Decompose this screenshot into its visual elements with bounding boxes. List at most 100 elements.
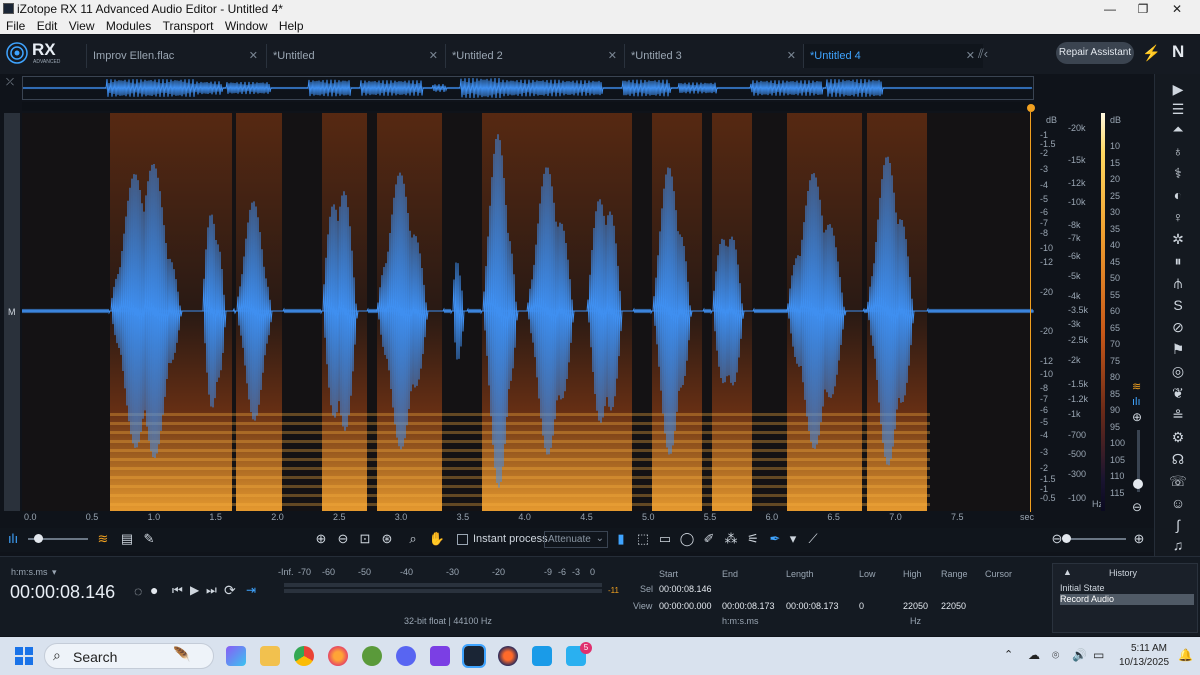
magnify-icon[interactable]: ⌕ xyxy=(404,530,422,548)
loop-record-icon[interactable]: ◌ xyxy=(134,583,142,599)
tab-untitled-3[interactable]: *Untitled 3 ✕ xyxy=(624,44,804,68)
filter-icon[interactable]: ≗ xyxy=(1167,406,1189,424)
opacity-handle[interactable] xyxy=(34,534,43,543)
collapse-icon[interactable]: ⏶ xyxy=(1167,120,1189,138)
harmonic-icon[interactable]: ⚟ xyxy=(744,530,762,548)
spectral-icon[interactable]: S xyxy=(1167,296,1189,314)
gear-icon[interactable]: ⚙ xyxy=(1167,428,1189,446)
dialogue-icon[interactable]: ⚑ xyxy=(1167,340,1189,358)
maximize-button[interactable]: ❐ xyxy=(1128,2,1158,16)
tab-overflow-icon[interactable]: ⫽‹ xyxy=(978,46,988,62)
history-item[interactable]: Initial State xyxy=(1060,583,1192,594)
ear-icon[interactable]: ♁ xyxy=(1167,142,1189,160)
windows-start-icon[interactable] xyxy=(14,646,34,666)
menu-view[interactable]: View xyxy=(69,18,95,34)
frequency-selection-icon[interactable]: ▭ xyxy=(656,530,674,548)
play-icon[interactable]: ▶ xyxy=(190,583,199,597)
zoom-fit-icon[interactable]: ⊛ xyxy=(378,530,396,548)
close-icon[interactable]: ✕ xyxy=(429,49,438,62)
loop-icon[interactable]: ⟳ xyxy=(224,582,236,599)
play-module-icon[interactable]: ▶ xyxy=(1167,80,1189,98)
envelope-icon[interactable]: ⟋ xyxy=(804,530,822,548)
waveform-toggle-icon[interactable]: ılı xyxy=(4,530,22,548)
brush-icon[interactable]: ✐ xyxy=(700,530,718,548)
copilot-icon[interactable] xyxy=(226,646,246,666)
zoom-in-horizontal-icon[interactable]: ⊕ xyxy=(1130,530,1148,548)
voice-icon[interactable]: ♀ xyxy=(1167,208,1189,226)
target-icon[interactable]: ◎ xyxy=(1167,362,1189,380)
chevron-down-icon[interactable]: ▾ xyxy=(52,567,57,578)
de-click-icon[interactable]: ◐ xyxy=(1167,186,1189,204)
zoom-selection-icon[interactable]: ⊡ xyxy=(356,530,374,548)
firefox-icon[interactable] xyxy=(328,646,348,666)
zoom-out-icon[interactable]: ⊖ xyxy=(334,530,352,548)
zoom-in-icon[interactable]: ⊕ xyxy=(312,530,330,548)
module-list-icon[interactable]: ☰ xyxy=(1167,100,1189,118)
close-icon[interactable]: ✕ xyxy=(966,49,975,62)
zoom-in-vertical-icon[interactable]: ⊕ xyxy=(1132,410,1142,424)
close-icon[interactable]: ✕ xyxy=(787,49,796,62)
izotope-rx-icon[interactable] xyxy=(462,644,486,668)
signal-chain-icon[interactable]: ⚡ xyxy=(1142,44,1161,62)
battery-icon[interactable]: ▭ xyxy=(1093,648,1104,662)
discord-icon[interactable] xyxy=(396,646,416,666)
tab-untitled-2[interactable]: *Untitled 2 ✕ xyxy=(445,44,625,68)
tab-untitled-4[interactable]: *Untitled 4 ✕ xyxy=(803,44,983,68)
dropdown-icon[interactable]: ▾ xyxy=(784,530,802,548)
mixer-icon[interactable]: ⏸ xyxy=(1167,252,1189,270)
record-icon[interactable]: ● xyxy=(150,582,158,598)
curve-icon[interactable]: ∫ xyxy=(1167,516,1189,534)
time-selection-icon[interactable]: ▮ xyxy=(612,530,630,548)
low-value[interactable]: 0 xyxy=(859,601,864,611)
horizontal-zoom-slider[interactable] xyxy=(1066,538,1126,540)
speech-icon[interactable]: ☊ xyxy=(1167,450,1189,468)
spectrogram-mode-icon[interactable]: ≋ xyxy=(1132,380,1141,393)
file-explorer-icon[interactable] xyxy=(260,646,280,666)
tab-untitled[interactable]: *Untitled ✕ xyxy=(266,44,446,68)
lasso-icon[interactable]: ◯ xyxy=(678,530,696,548)
microphone-icon[interactable]: ♫ xyxy=(1167,536,1189,554)
notifications-icon[interactable]: 🔔 xyxy=(1178,648,1193,662)
waveform-overview[interactable] xyxy=(22,76,1034,100)
de-noise-icon[interactable]: ✲ xyxy=(1167,230,1189,248)
menu-transport[interactable]: Transport xyxy=(163,18,214,34)
ni-logo-icon[interactable]: N xyxy=(1172,42,1184,62)
menu-window[interactable]: Window xyxy=(225,18,268,34)
clock-date[interactable]: 10/13/2025 xyxy=(1119,657,1169,668)
repair-assistant-button[interactable]: Repair Assistant xyxy=(1056,42,1134,64)
chat-icon[interactable]: ☏ xyxy=(1167,472,1189,490)
spectrogram-toggle-icon[interactable]: ≋ xyxy=(94,530,112,548)
menu-help[interactable]: Help xyxy=(279,18,304,34)
attenuate-select[interactable]: Attenuate ⌄ xyxy=(544,531,608,548)
clock-time[interactable]: 5:11 AM xyxy=(1131,643,1167,654)
follow-playhead-icon[interactable]: ⇥ xyxy=(246,583,256,597)
face-icon[interactable]: ☺ xyxy=(1167,494,1189,512)
spectral-brush-icon[interactable]: ✒ xyxy=(766,530,784,548)
app-icon[interactable] xyxy=(498,646,518,666)
zoom-out-vertical-icon[interactable]: ⊖ xyxy=(1132,500,1142,514)
notes-icon[interactable]: ▤ xyxy=(118,530,136,548)
close-icon[interactable]: ✕ xyxy=(249,49,258,62)
sel-start-value[interactable]: 00:00:08.146 xyxy=(659,584,712,594)
high-value[interactable]: 22050 xyxy=(903,601,928,611)
menu-edit[interactable]: Edit xyxy=(37,18,58,34)
eq-icon[interactable]: ⫛ xyxy=(1167,274,1189,292)
minimize-button[interactable]: — xyxy=(1095,2,1125,16)
box-selection-icon[interactable]: ⬚ xyxy=(634,530,652,548)
magic-wand-icon[interactable]: ⁂ xyxy=(722,530,740,548)
collapse-overview-icon[interactable]: ⤫ xyxy=(6,77,14,88)
chrome-icon[interactable] xyxy=(294,646,314,666)
menu-file[interactable]: File xyxy=(6,18,25,34)
range-value[interactable]: 22050 xyxy=(941,601,966,611)
view-length-value[interactable]: 00:00:08.173 xyxy=(786,601,839,611)
mail-icon[interactable] xyxy=(430,646,450,666)
taskbar-search[interactable]: ⌕ Search 🪶 xyxy=(44,643,214,669)
store-icon[interactable] xyxy=(532,646,552,666)
playhead-marker[interactable] xyxy=(1027,104,1035,112)
de-hum-icon[interactable]: ⚕ xyxy=(1167,164,1189,182)
menu-modules[interactable]: Modules xyxy=(106,18,151,34)
comment-icon[interactable]: ✎ xyxy=(140,530,158,548)
collapse-history-icon[interactable]: ▲ xyxy=(1063,567,1072,577)
view-end-value[interactable]: 00:00:08.173 xyxy=(722,601,775,611)
skip-back-icon[interactable]: ⏮ xyxy=(172,583,183,598)
